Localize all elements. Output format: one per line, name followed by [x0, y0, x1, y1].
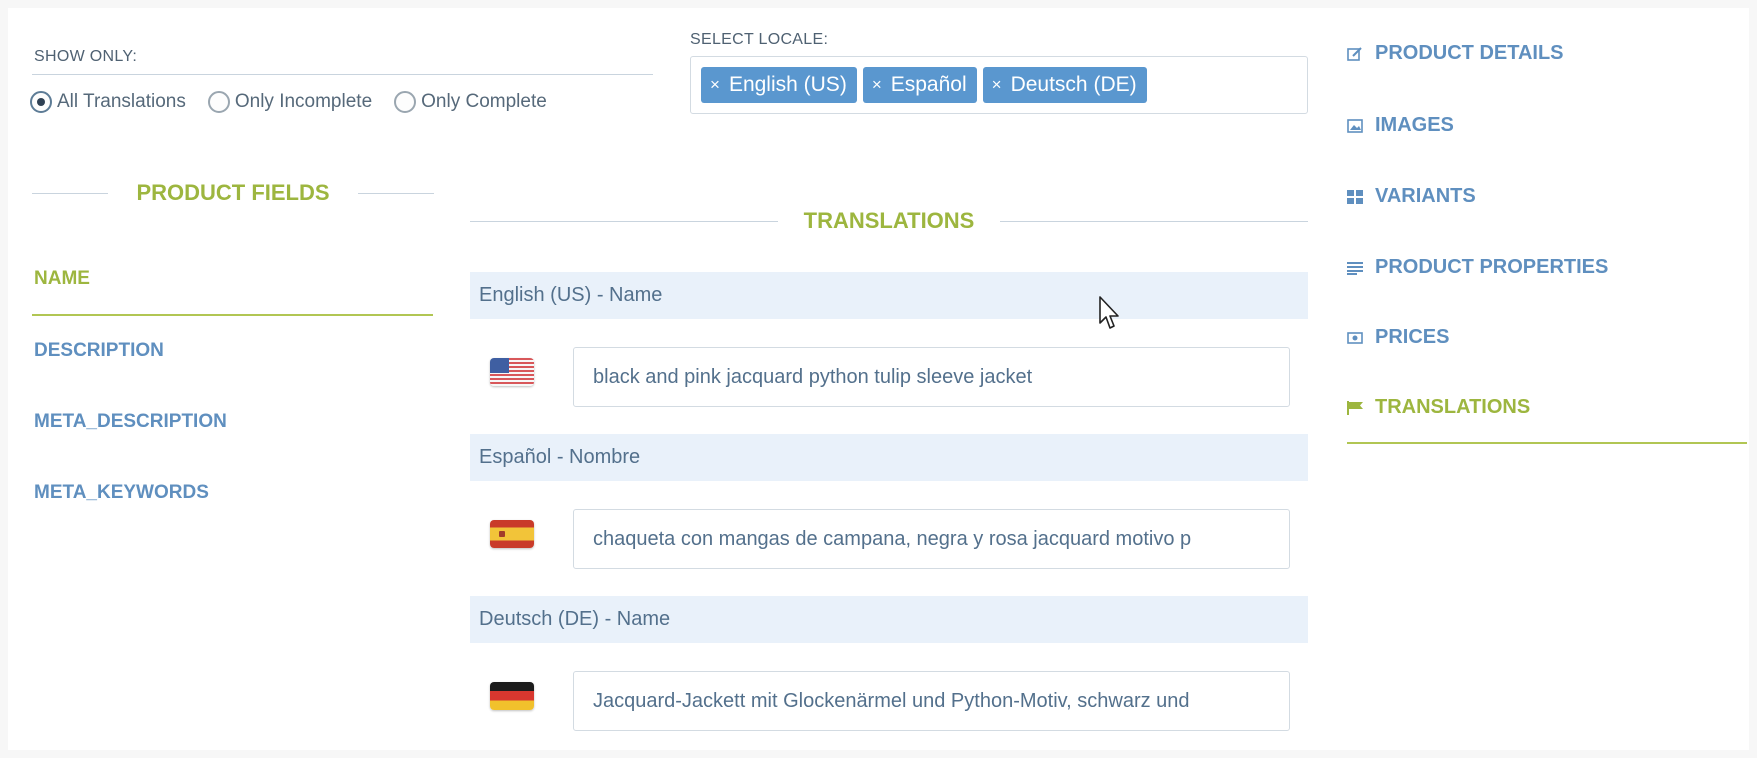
locale-tag-label: English (US)	[728, 73, 847, 96]
locale-tag-label: Español	[890, 73, 967, 96]
mouse-cursor-icon	[1099, 296, 1121, 335]
remove-tag-icon[interactable]: ×	[992, 75, 1002, 95]
translations-heading: TRANSLATIONS	[470, 208, 1309, 234]
edit-icon	[1347, 46, 1363, 61]
nav-translations[interactable]: TRANSLATIONS	[1347, 396, 1530, 419]
locale-tag-english[interactable]: × English (US)	[701, 67, 857, 103]
nav-prices[interactable]: PRICES	[1347, 326, 1449, 349]
radio-label: Only Incomplete	[234, 91, 373, 112]
nav-variants[interactable]: VARIANTS	[1347, 185, 1476, 208]
remove-tag-icon[interactable]: ×	[872, 75, 882, 95]
show-only-divider	[32, 74, 653, 75]
select-locale-label: SELECT LOCALE:	[690, 31, 829, 48]
heading-rule	[1000, 220, 1309, 222]
radio-label: All Translations	[57, 91, 186, 112]
radio-label: Only Complete	[421, 91, 547, 112]
locale-tag-label: Deutsch (DE)	[1010, 73, 1137, 96]
english-name-input[interactable]	[573, 347, 1290, 407]
list-icon	[1347, 261, 1363, 275]
field-meta-description[interactable]: META_DESCRIPTION	[34, 411, 227, 433]
nav-label: IMAGES	[1375, 114, 1454, 136]
active-field-underline	[32, 314, 433, 316]
section-header-german: Deutsch (DE) - Name	[470, 596, 1308, 643]
germany-flag-icon	[490, 682, 534, 710]
radio-only-incomplete[interactable]: Only Incomplete	[207, 91, 373, 113]
field-description[interactable]: DESCRIPTION	[34, 340, 164, 362]
nav-images[interactable]: IMAGES	[1347, 114, 1454, 137]
nav-label: PRICES	[1375, 326, 1450, 348]
radio-unchecked-icon[interactable]	[394, 91, 417, 113]
locale-multiselect[interactable]: × English (US) × Español × Deutsch (DE)	[690, 56, 1308, 114]
section-header-english: English (US) - Name	[470, 272, 1308, 319]
radio-checked-icon[interactable]	[30, 91, 52, 113]
grid-icon	[1347, 189, 1363, 204]
money-icon	[1347, 331, 1363, 345]
section-header-spanish: Español - Nombre	[470, 434, 1308, 481]
nav-product-properties[interactable]: PRODUCT PROPERTIES	[1347, 256, 1608, 279]
radio-all-translations[interactable]: All Translations	[30, 91, 186, 113]
us-flag-icon	[490, 358, 534, 386]
german-name-input[interactable]	[573, 671, 1290, 731]
heading-rule	[470, 220, 778, 222]
radio-only-complete[interactable]: Only Complete	[394, 91, 547, 113]
product-fields-heading: PRODUCT FIELDS	[32, 180, 434, 206]
translations-title: TRANSLATIONS	[803, 208, 975, 233]
image-icon	[1347, 118, 1363, 133]
remove-tag-icon[interactable]: ×	[710, 75, 720, 95]
nav-product-details[interactable]: PRODUCT DETAILS	[1347, 42, 1564, 65]
heading-rule	[357, 192, 434, 194]
field-name[interactable]: NAME	[34, 268, 90, 290]
radio-unchecked-icon[interactable]	[207, 91, 230, 113]
locale-tag-spanish[interactable]: × Español	[862, 67, 977, 103]
nav-label: PRODUCT PROPERTIES	[1375, 256, 1609, 278]
product-fields-title: PRODUCT FIELDS	[136, 180, 330, 205]
spain-flag-icon	[490, 520, 534, 548]
nav-label: PRODUCT DETAILS	[1375, 42, 1564, 64]
field-meta-keywords[interactable]: META_KEYWORDS	[34, 482, 209, 504]
active-nav-underline	[1347, 442, 1747, 444]
heading-rule	[32, 192, 109, 194]
show-only-label: SHOW ONLY:	[34, 48, 138, 65]
locale-tag-german[interactable]: × Deutsch (DE)	[982, 67, 1147, 103]
flag-icon	[1347, 400, 1363, 415]
translation-filter-radio-group: All Translations Only Incomplete Only Co…	[30, 91, 569, 113]
spanish-name-input[interactable]	[573, 509, 1290, 569]
nav-label: VARIANTS	[1375, 185, 1476, 207]
nav-label: TRANSLATIONS	[1375, 396, 1531, 418]
